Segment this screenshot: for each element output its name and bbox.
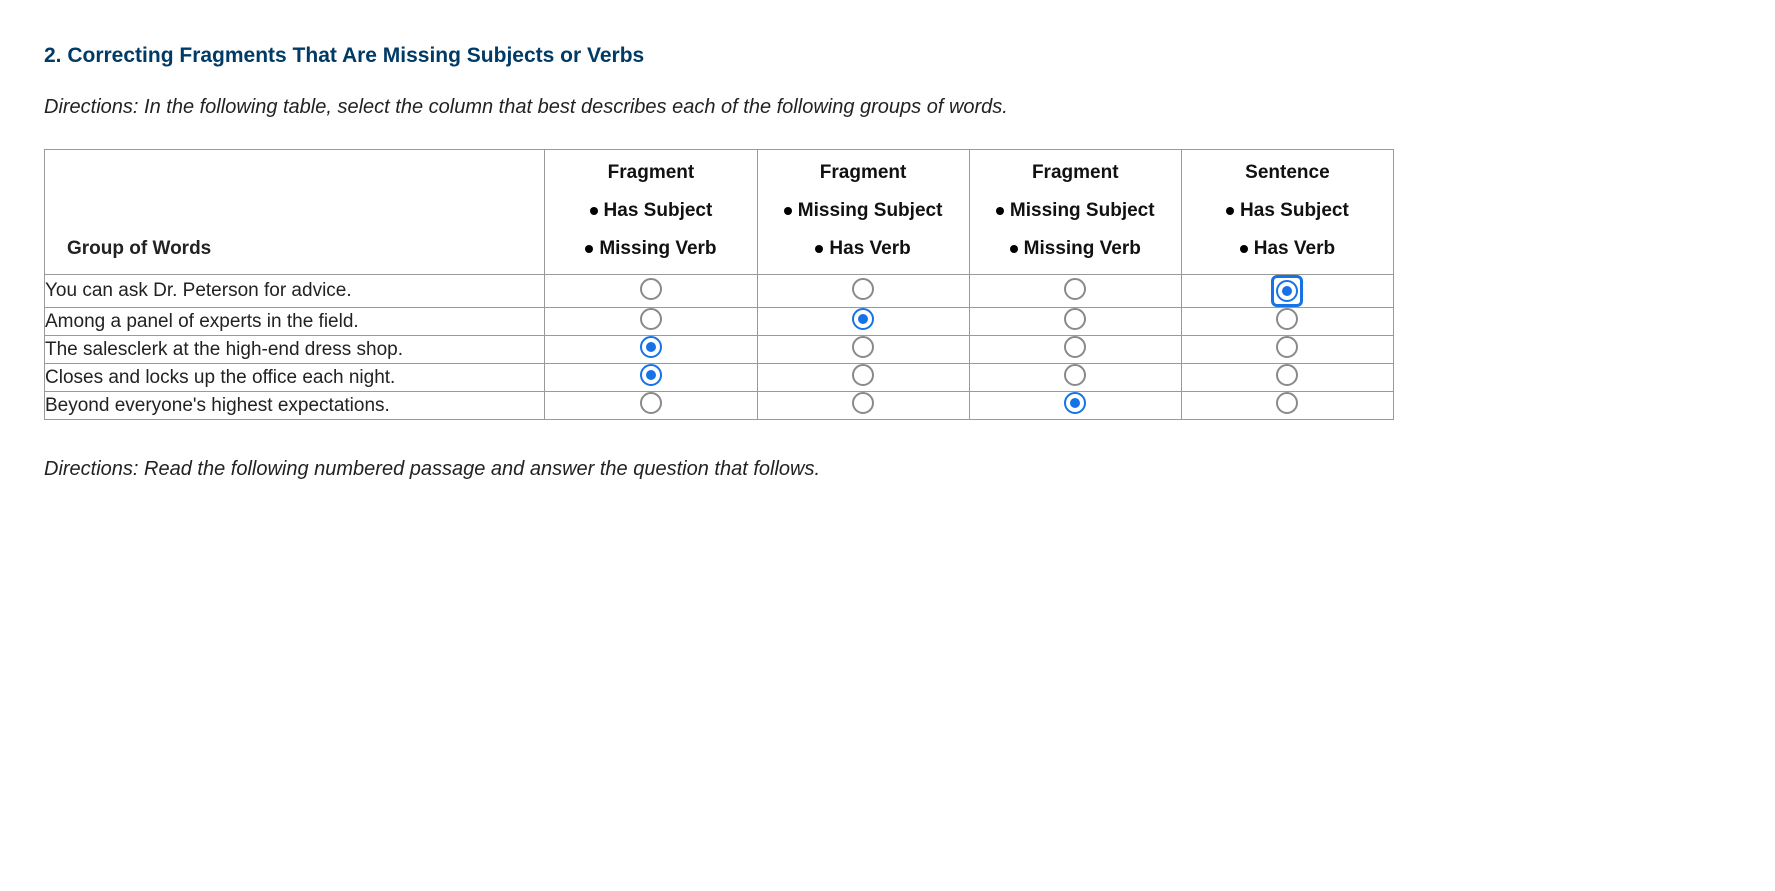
radio-button[interactable] [1064,336,1086,358]
column-header-1: Fragment Missing Subject Has Verb [757,150,969,275]
option-cell [1181,392,1393,420]
col-line3: Missing Verb [988,238,1163,260]
radio-button[interactable] [640,392,662,414]
col-title: Sentence [1200,162,1375,184]
table-header: Group of Words Fragment Has Subject Miss… [45,150,1394,275]
radio-button[interactable] [1276,308,1298,330]
bullet-icon [585,245,593,253]
radio-button[interactable] [640,364,662,386]
col-line2: Has Subject [563,200,738,222]
col-line3: Has Verb [776,238,951,260]
col-line2: Missing Subject [988,200,1163,222]
option-cell [757,392,969,420]
option-cell [969,275,1181,308]
group-of-words-cell: Among a panel of experts in the field. [45,308,545,336]
radio-button[interactable] [1276,336,1298,358]
option-cell [757,336,969,364]
question-heading: 2. Correcting Fragments That Are Missing… [44,44,1444,68]
column-header-2: Fragment Missing Subject Missing Verb [969,150,1181,275]
radio-button[interactable] [640,308,662,330]
option-cell [969,364,1181,392]
bullet-icon [1226,207,1234,215]
option-cell [1181,308,1393,336]
option-cell [545,364,757,392]
option-cell [1181,336,1393,364]
radio-button[interactable] [852,364,874,386]
col-line3: Has Verb [1200,238,1375,260]
bullet-icon [1010,245,1018,253]
option-cell [757,308,969,336]
radio-focus-ring [1271,275,1303,307]
option-cell [1181,364,1393,392]
option-cell [545,308,757,336]
column-header-group-of-words: Group of Words [45,150,545,275]
column-header-0: Fragment Has Subject Missing Verb [545,150,757,275]
group-of-words-cell: Beyond everyone's highest expectations. [45,392,545,420]
table-row: Beyond everyone's highest expectations. [45,392,1394,420]
radio-button[interactable] [1064,278,1086,300]
radio-button[interactable] [1064,308,1086,330]
col-line3: Missing Verb [563,238,738,260]
option-cell [969,308,1181,336]
radio-button[interactable] [1276,364,1298,386]
question-block: 2. Correcting Fragments That Are Missing… [0,0,1488,481]
radio-button[interactable] [1064,364,1086,386]
directions-bottom: Directions: Read the following numbered … [44,458,1444,481]
row-header-label: Group of Words [67,238,211,260]
table-body: You can ask Dr. Peterson for advice.Amon… [45,275,1394,420]
directions-top: Directions: In the following table, sele… [44,96,1444,119]
col-title: Fragment [563,162,738,184]
option-cell [969,336,1181,364]
col-title: Fragment [776,162,951,184]
table-row: Among a panel of experts in the field. [45,308,1394,336]
option-cell [757,275,969,308]
radio-button[interactable] [640,336,662,358]
option-cell [545,392,757,420]
radio-button[interactable] [1064,392,1086,414]
group-of-words-cell: The salesclerk at the high-end dress sho… [45,336,545,364]
radio-button[interactable] [1276,280,1298,302]
group-of-words-cell: Closes and locks up the office each nigh… [45,364,545,392]
option-cell [969,392,1181,420]
radio-button[interactable] [852,392,874,414]
option-cell [757,364,969,392]
radio-button[interactable] [852,336,874,358]
radio-button[interactable] [852,278,874,300]
table-row: You can ask Dr. Peterson for advice. [45,275,1394,308]
column-header-3: Sentence Has Subject Has Verb [1181,150,1393,275]
option-cell [545,336,757,364]
bullet-icon [784,207,792,215]
classification-table: Group of Words Fragment Has Subject Miss… [44,149,1394,420]
option-cell [1181,275,1393,308]
table-row: The salesclerk at the high-end dress sho… [45,336,1394,364]
col-title: Fragment [988,162,1163,184]
table-row: Closes and locks up the office each nigh… [45,364,1394,392]
option-cell [545,275,757,308]
col-line2: Has Subject [1200,200,1375,222]
bullet-icon [590,207,598,215]
radio-button[interactable] [852,308,874,330]
radio-button[interactable] [640,278,662,300]
col-line2: Missing Subject [776,200,951,222]
bullet-icon [1240,245,1248,253]
group-of-words-cell: You can ask Dr. Peterson for advice. [45,275,545,308]
bullet-icon [815,245,823,253]
radio-button[interactable] [1276,392,1298,414]
bullet-icon [996,207,1004,215]
